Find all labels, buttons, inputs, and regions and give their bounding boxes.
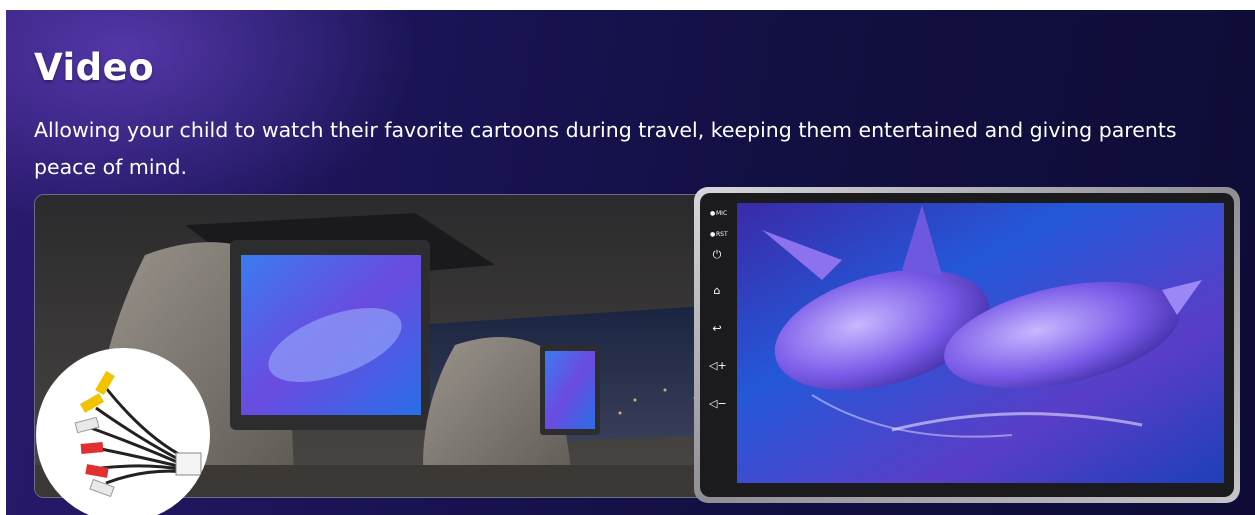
- power-icon[interactable]: ⏻: [709, 249, 725, 261]
- head-unit-display: ● MIC ● RST ⏻ ⌂ ↩ ◁+ ◁−: [692, 185, 1242, 505]
- section-description: Allowing your child to watch their favor…: [34, 118, 1177, 179]
- rca-cable-image: [36, 348, 210, 515]
- home-icon[interactable]: ⌂: [709, 285, 725, 297]
- section-title: Video: [34, 46, 155, 89]
- back-icon[interactable]: ↩: [709, 323, 725, 335]
- volume-down-icon[interactable]: ◁−: [709, 398, 727, 410]
- rst-label: RST: [716, 231, 728, 238]
- mic-icon: ●: [710, 210, 716, 217]
- mic-label: MIC: [716, 210, 728, 217]
- video-feature-banner: Video Allowing your child to watch their…: [6, 10, 1255, 515]
- volume-up-icon[interactable]: ◁+: [709, 360, 727, 372]
- reset-icon: ●: [710, 231, 716, 238]
